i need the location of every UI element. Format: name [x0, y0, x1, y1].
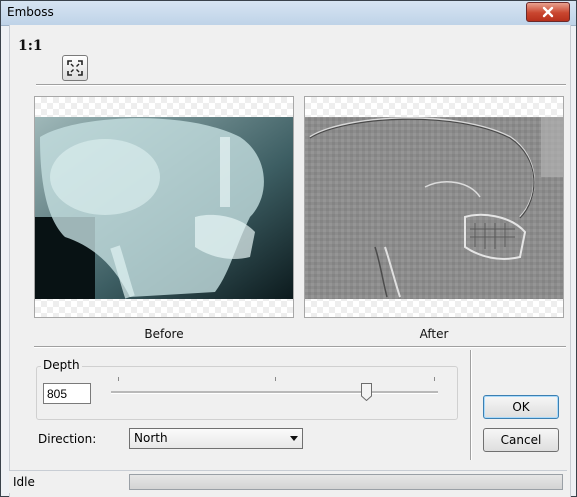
depth-slider-thumb[interactable]	[360, 383, 372, 401]
depth-slider-track[interactable]	[111, 391, 438, 394]
cancel-button[interactable]: Cancel	[483, 428, 559, 452]
after-preview	[304, 96, 564, 318]
zoom-1-1-button[interactable]: 1:1	[18, 38, 43, 54]
title-bar[interactable]: Emboss	[1, 1, 576, 26]
status-bar: Idle	[9, 470, 567, 493]
direction-label: Direction:	[38, 432, 97, 446]
chevron-down-icon	[290, 436, 298, 441]
after-caption: After	[419, 327, 449, 341]
slider-tick	[118, 377, 119, 381]
window-title: Emboss	[7, 5, 54, 19]
fit-screen-icon	[67, 60, 83, 76]
close-icon	[542, 6, 554, 18]
preview-divider	[34, 346, 566, 348]
buttons-divider	[470, 350, 472, 460]
direction-value: North	[134, 431, 168, 445]
fit-to-window-button[interactable]	[62, 55, 88, 81]
slider-tick	[275, 377, 276, 381]
after-emboss-image	[305, 117, 563, 299]
slider-tick	[434, 377, 435, 381]
before-xray-image	[35, 117, 293, 299]
depth-label: Depth	[41, 358, 82, 372]
toolbar-divider	[36, 84, 566, 86]
depth-input[interactable]	[43, 383, 91, 404]
progress-bar	[129, 474, 563, 490]
ok-button[interactable]: OK	[483, 395, 559, 419]
close-button[interactable]	[526, 2, 570, 22]
status-text: Idle	[13, 475, 35, 489]
before-preview	[34, 96, 294, 318]
direction-dropdown[interactable]: North	[129, 428, 303, 449]
before-caption: Before	[144, 327, 184, 341]
